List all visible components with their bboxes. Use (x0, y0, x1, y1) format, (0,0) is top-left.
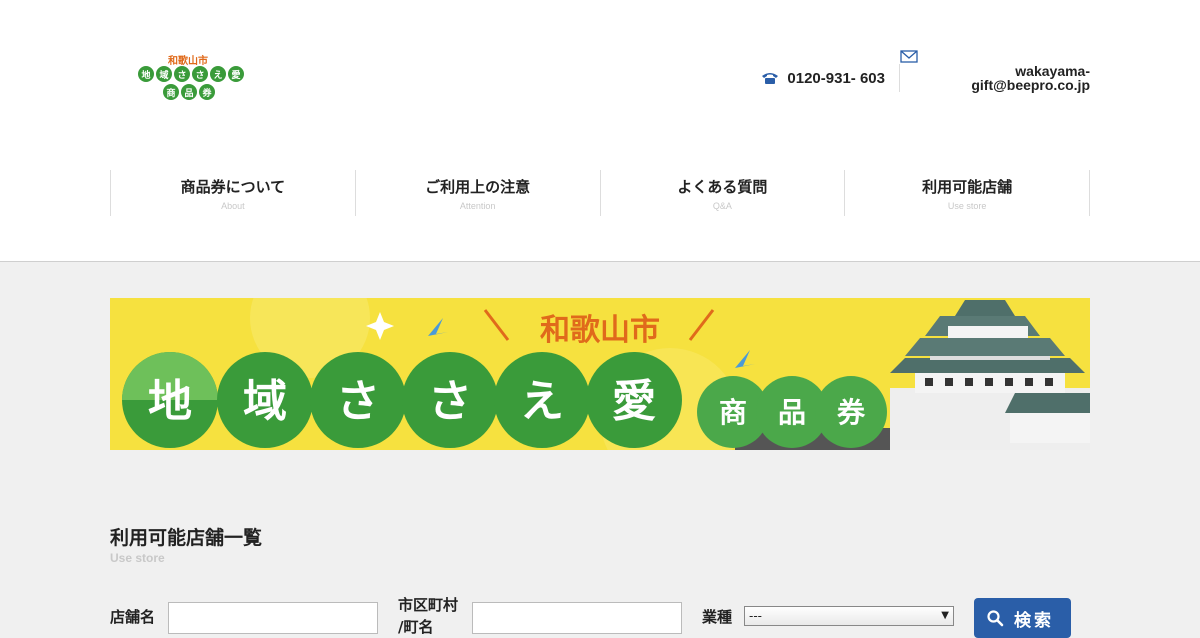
banner-artwork: 和歌山市 地 域 さ さ え 愛 商 品 券 (110, 298, 1090, 450)
nav-label: 商品券について (180, 178, 286, 196)
banner-sub-char: 券 (837, 396, 866, 429)
page-subtitle: Use store (110, 551, 165, 565)
city-input[interactable] (472, 602, 682, 634)
banner-char: 地 (148, 376, 192, 427)
phone-icon (762, 73, 779, 84)
main-nav: 商品券について About ご利用上の注意 Attention よくある質問 Q… (110, 170, 1090, 216)
nav-item-use-store[interactable]: 利用可能店舗 Use store (844, 170, 1090, 216)
banner-sub-char: 品 (778, 396, 806, 429)
nav-label: よくある質問 (677, 178, 768, 196)
site-logo[interactable]: 和歌山市 地域ささえ愛 商品券 (136, 52, 244, 102)
city-label: 市区町村 /町名 (398, 596, 459, 636)
nav-label: ご利用上の注意 (425, 178, 531, 196)
site-header: 和歌山市 地域ささえ愛 商品券 0120-931- 603 wakayama- … (0, 0, 1200, 262)
phone-text: 0120-931- 603 (787, 69, 885, 87)
search-button[interactable]: 検索 (974, 598, 1071, 638)
nav-item-about[interactable]: 商品券について About (110, 170, 355, 216)
industry-select[interactable]: --- ▼ (744, 606, 954, 626)
banner-sub-char: 商 (719, 396, 747, 429)
banner-char: 愛 (612, 376, 656, 427)
phone-number[interactable]: 0120-931- 603 (761, 70, 885, 87)
email-link[interactable]: wakayama- gift@beepro.co.jp (900, 50, 1090, 93)
hero-banner: 和歌山市 地 域 さ さ え 愛 商 品 券 (110, 298, 1090, 450)
search-icon (987, 610, 1004, 627)
nav-sublabel: Use store (947, 201, 987, 211)
store-name-label: 店舗名 (110, 608, 156, 626)
store-search-form: 店舗名 市区町村 /町名 業種 --- ▼ 検索 (110, 594, 1090, 638)
logo-tag: 和歌山市 (168, 56, 208, 67)
logo-row-2: 商品券 (163, 84, 215, 100)
banner-char: 域 (243, 376, 287, 427)
nav-item-attention[interactable]: ご利用上の注意 Attention (354, 170, 600, 216)
store-name-input[interactable] (168, 602, 378, 634)
nav-sublabel: Q&A (712, 201, 732, 211)
nav-label: 利用可能店舗 (922, 178, 1013, 196)
nav-item-qa[interactable]: よくある質問 Q&A (599, 170, 845, 216)
email-text: wakayama- gift@beepro.co.jp (971, 63, 1090, 93)
logo-row-1: 地域ささえ愛 (138, 66, 244, 82)
banner-char: さ (336, 376, 380, 427)
page-title: 利用可能店舗一覧 (110, 527, 263, 549)
contact-info: 0120-931- 603 wakayama- gift@beepro.co.j… (761, 50, 1090, 98)
banner-city: 和歌山市 (540, 313, 660, 348)
nav-sublabel: About (221, 201, 245, 211)
banner-char: さ (428, 376, 472, 427)
chevron-down-icon: ▼ (941, 610, 949, 621)
industry-label: 業種 (702, 608, 733, 626)
mail-icon (900, 50, 918, 63)
nav-sublabel: Attention (459, 201, 496, 211)
banner-char: え (520, 376, 564, 427)
